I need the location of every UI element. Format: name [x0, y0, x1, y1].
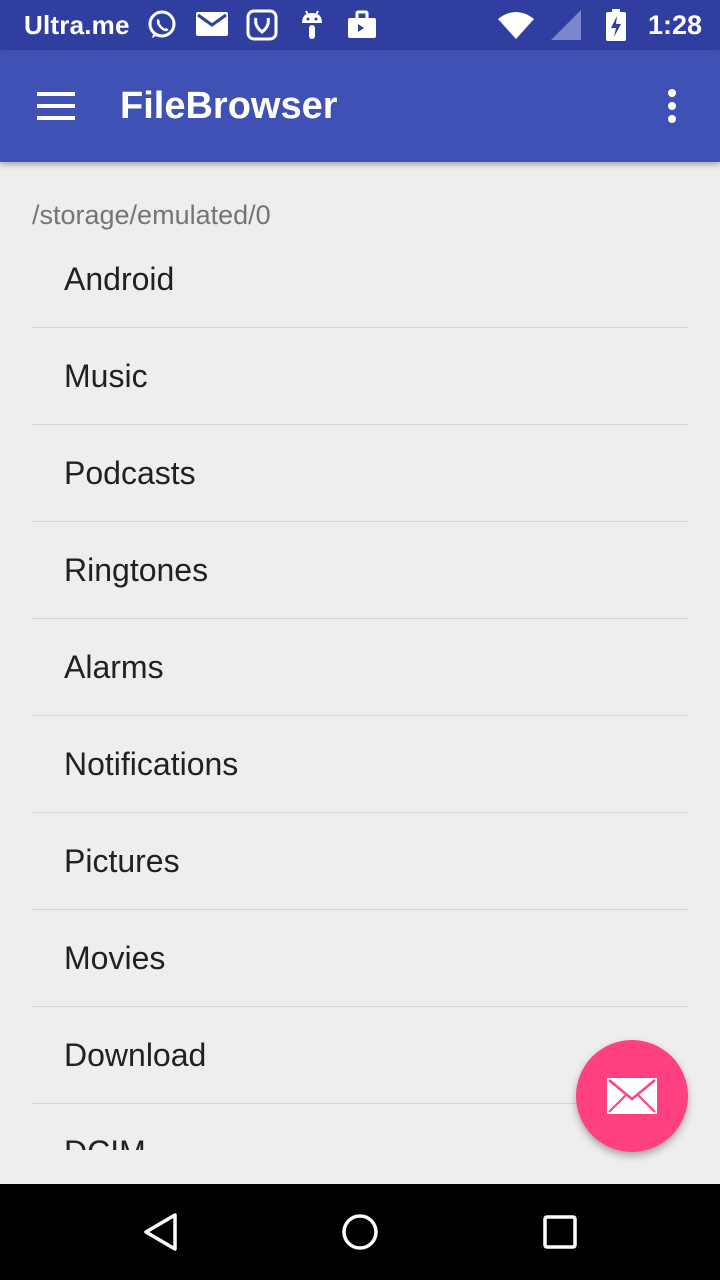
file-browser-content: /storage/emulated/0 Android Music Podcas…: [0, 162, 720, 1150]
list-item[interactable]: Android: [32, 232, 688, 328]
list-item[interactable]: Music: [32, 328, 688, 425]
list-item[interactable]: Ringtones: [32, 522, 688, 619]
mail-icon: [607, 1078, 657, 1114]
recents-button[interactable]: [512, 1184, 608, 1280]
battery-charging-icon: [598, 7, 634, 43]
signal-icon: [548, 7, 584, 43]
app-title: FileBrowser: [120, 84, 338, 127]
home-icon: [342, 1214, 378, 1250]
list-item[interactable]: Movies: [32, 910, 688, 1007]
current-path: /storage/emulated/0: [32, 200, 271, 230]
clock: 1:28: [647, 9, 702, 40]
menu-button[interactable]: [0, 50, 112, 162]
list-item[interactable]: Podcasts: [32, 425, 688, 522]
more-vert-icon: [668, 89, 676, 123]
compose-fab-button[interactable]: [576, 1040, 688, 1152]
status-right: 1:28: [497, 7, 702, 43]
saavn-icon: [244, 7, 280, 43]
app-bar: FileBrowser: [0, 50, 720, 162]
status-left: Ultra.me: [24, 7, 380, 43]
carrier-name: Ultra.me: [24, 9, 130, 40]
overflow-menu-button[interactable]: [624, 50, 720, 162]
home-button[interactable]: [312, 1184, 408, 1280]
navigation-bar: [0, 1184, 720, 1280]
status-bar: Ultra.me 1:28: [0, 0, 720, 50]
whatsapp-icon: [144, 7, 180, 43]
back-icon: [144, 1213, 177, 1251]
file-list: Android Music Podcasts Ringtones Alarms …: [32, 232, 688, 1150]
list-item[interactable]: Notifications: [32, 716, 688, 813]
wifi-icon: [497, 7, 534, 43]
briefcase-icon: [344, 7, 380, 43]
mail-icon: [194, 7, 230, 43]
list-item[interactable]: Alarms: [32, 619, 688, 716]
recents-icon: [543, 1215, 577, 1249]
android-debug-icon: [294, 7, 330, 43]
list-item[interactable]: Pictures: [32, 813, 688, 910]
hamburger-menu-icon: [37, 92, 75, 120]
back-button[interactable]: [112, 1184, 208, 1280]
